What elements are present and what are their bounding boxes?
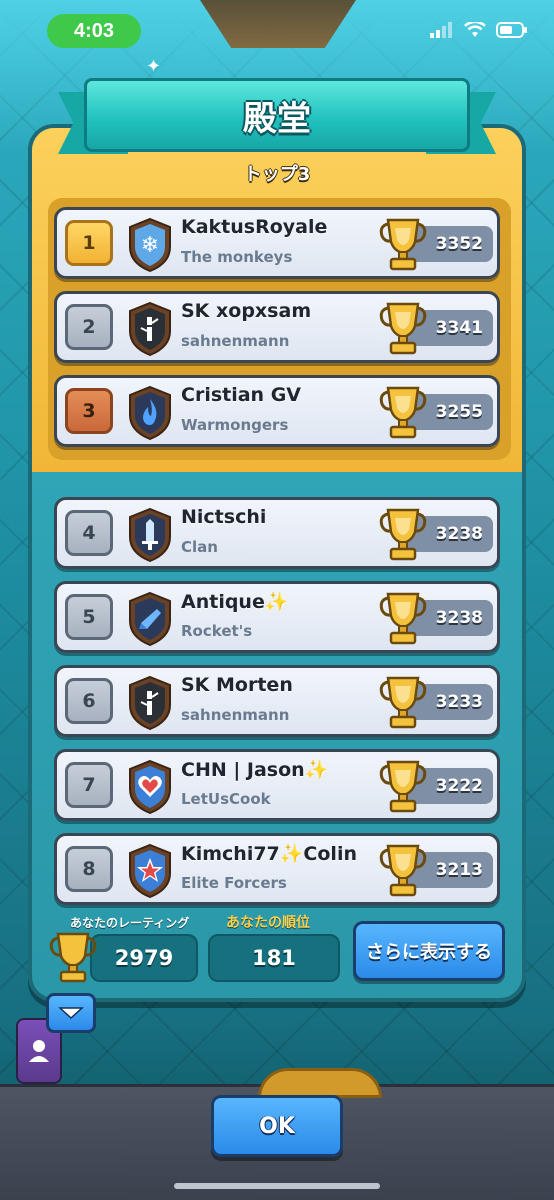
title-ribbon: 殿堂 xyxy=(84,78,470,152)
battery-icon xyxy=(496,22,528,42)
chevron-down-icon xyxy=(58,1007,84,1020)
clan-name[interactable]: sahnenmann xyxy=(181,332,289,350)
trophy-icon xyxy=(377,504,429,564)
leaderboard-row[interactable]: 1 ❄ KaktusRoyale The monkeys 3352 xyxy=(54,207,500,279)
your-rank-label: あなたの順位 xyxy=(226,915,310,931)
your-rank-value: 181 xyxy=(252,946,296,970)
trophy-icon xyxy=(377,840,429,900)
clan-badge-icon xyxy=(127,301,173,357)
rank-number: 3 xyxy=(65,388,113,434)
clan-name[interactable]: Clan xyxy=(181,538,218,556)
svg-text:❄: ❄ xyxy=(141,233,159,258)
player-name[interactable]: Antique✨ xyxy=(181,590,289,613)
player-name[interactable]: SK Morten xyxy=(181,674,293,696)
trophy-icon xyxy=(377,756,429,816)
clan-badge-icon: ❄ xyxy=(127,217,173,273)
player-name[interactable]: KaktusRoyale xyxy=(181,216,327,238)
trophy-icon xyxy=(377,298,429,358)
rank-number: 2 xyxy=(65,304,113,350)
clan-badge-icon xyxy=(127,843,173,899)
sparkle-icon: ✦ xyxy=(146,56,162,77)
show-more-button[interactable]: さらに表示する xyxy=(353,921,505,981)
arena-arch-decoration xyxy=(258,1068,382,1098)
ok-button[interactable]: OK xyxy=(211,1095,343,1157)
wifi-icon xyxy=(464,20,486,42)
trophy-icon xyxy=(377,672,429,732)
leaderboard-row[interactable]: 3 Cristian GV Warmongers 3255 xyxy=(54,375,500,447)
collapse-button[interactable] xyxy=(46,993,96,1033)
your-rating-box: 2979 xyxy=(90,934,198,982)
player-name[interactable]: CHN | Jason✨ xyxy=(181,758,328,781)
trophy-icon xyxy=(377,588,429,648)
trophy-count-value: 3213 xyxy=(435,860,483,880)
clan-badge-icon xyxy=(127,507,173,563)
clan-name[interactable]: The monkeys xyxy=(181,248,292,266)
leaderboard-row[interactable]: 2 SK xopxsam sahnenmann 3341 xyxy=(54,291,500,363)
clan-badge-icon xyxy=(127,385,173,441)
leaderboard-row[interactable]: 8 Kimchi77✨Colin Elite Forcers 3213 xyxy=(54,833,500,905)
clan-name[interactable]: Rocket's xyxy=(181,622,252,640)
rank-number: 5 xyxy=(65,594,113,640)
snowflake-icon: ❄ xyxy=(141,233,159,258)
rank-number: 6 xyxy=(65,678,113,724)
status-icons xyxy=(430,20,528,42)
page-title: 殿堂 xyxy=(243,98,311,139)
trophy-icon xyxy=(377,382,429,442)
your-rank-box: 181 xyxy=(208,934,340,982)
leaderboard-row[interactable]: 5 Antique✨ Rocket's 3238 xyxy=(54,581,500,653)
trophy-count-value: 3352 xyxy=(435,234,483,254)
leaderboard-row[interactable]: 7 CHN | Jason✨ LetUsCook 3222 xyxy=(54,749,500,821)
clan-name[interactable]: LetUsCook xyxy=(181,790,271,808)
trophy-count-value: 3238 xyxy=(435,608,483,628)
player-name[interactable]: SK xopxsam xyxy=(181,300,311,322)
clan-badge-icon xyxy=(127,675,173,731)
clan-name[interactable]: Elite Forcers xyxy=(181,874,287,892)
clan-name[interactable]: Warmongers xyxy=(181,416,288,434)
rank-number: 8 xyxy=(65,846,113,892)
trophy-icon xyxy=(377,214,429,274)
trophy-icon xyxy=(48,928,98,986)
top3-heading: トップ3 xyxy=(243,164,311,185)
trophy-count-value: 3233 xyxy=(435,692,483,712)
rank-number: 1 xyxy=(65,220,113,266)
clan-badge-icon xyxy=(127,759,173,815)
player-name[interactable]: Cristian GV xyxy=(181,384,301,406)
clan-name[interactable]: sahnenmann xyxy=(181,706,289,724)
status-time: 4:03 xyxy=(47,14,141,48)
leaderboard-row[interactable]: 4 Nictschi Clan 3238 xyxy=(54,497,500,569)
rank-number: 7 xyxy=(65,762,113,808)
trophy-count-value: 3341 xyxy=(435,318,483,338)
player-name[interactable]: Nictschi xyxy=(181,506,266,528)
your-rating-value: 2979 xyxy=(114,946,174,970)
leaderboard-row[interactable]: 6 SK Morten sahnenmann 3233 xyxy=(54,665,500,737)
trophy-count-value: 3222 xyxy=(435,776,483,796)
trophy-count-value: 3255 xyxy=(435,402,483,422)
home-indicator[interactable] xyxy=(174,1183,380,1189)
rank-number: 4 xyxy=(65,510,113,556)
player-name[interactable]: Kimchi77✨Colin xyxy=(181,842,357,865)
trophy-count-value: 3238 xyxy=(435,524,483,544)
clan-badge-icon xyxy=(127,591,173,647)
cellular-signal-icon xyxy=(430,22,454,42)
